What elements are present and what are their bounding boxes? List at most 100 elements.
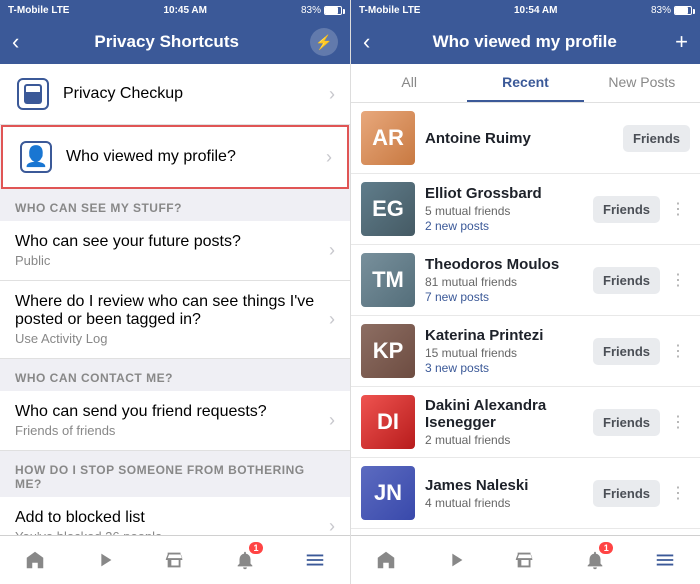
friend-requests-item[interactable]: Who can send you friend requests? Friend… <box>0 391 350 451</box>
chevron-icon-block: › <box>329 516 335 535</box>
avatar-5: JN <box>361 466 415 520</box>
tab-marketplace-right[interactable] <box>491 536 561 584</box>
viewer-mutual-3: 15 mutual friends <box>425 346 585 360</box>
viewer-mutual-1: 5 mutual friends <box>425 204 585 218</box>
nav-title-right: Who viewed my profile <box>374 32 675 52</box>
avatar-0: AR <box>361 111 415 165</box>
home-icon-right <box>375 549 397 571</box>
tab-all[interactable]: All <box>351 64 467 102</box>
viewer-mutual-4: 2 mutual friends <box>425 433 585 447</box>
tab-new-posts[interactable]: New Posts <box>584 64 700 102</box>
avatar-initials-0: AR <box>361 111 415 165</box>
viewer-name-0: Antoine Ruimy <box>425 130 615 147</box>
battery-icon-left <box>324 6 342 15</box>
lock-icon <box>17 78 49 110</box>
battery-area-left: 83% <box>301 5 342 16</box>
avatar-1: EG <box>361 182 415 236</box>
avatar-4: DI <box>361 395 415 449</box>
battery-percent-left: 83% <box>301 5 321 16</box>
section-header-contact: WHO CAN CONTACT ME? <box>0 359 350 391</box>
activity-log-text: Where do I review who can see things I'v… <box>15 293 321 346</box>
activity-log-title: Where do I review who can see things I'v… <box>15 293 321 329</box>
viewer-item-5: JN James Naleski 4 mutual friends Friend… <box>351 458 700 529</box>
viewer-info-1: Elliot Grossbard 5 mutual friends 2 new … <box>425 185 585 233</box>
friends-btn-4[interactable]: Friends <box>593 409 660 436</box>
avatar-3: KP <box>361 324 415 378</box>
tab-bar-right: 1 <box>351 535 700 584</box>
battery-fill-left <box>325 7 338 14</box>
viewer-info-3: Katerina Printezi 15 mutual friends 3 ne… <box>425 327 585 375</box>
person-silhouette-icon: 👤 <box>24 147 49 167</box>
tab-notifications-right[interactable]: 1 <box>560 536 630 584</box>
more-dots-5[interactable]: ⋮ <box>666 479 690 507</box>
avatar-initials-4: DI <box>361 395 415 449</box>
more-dots-2[interactable]: ⋮ <box>666 266 690 294</box>
tab-video-right[interactable] <box>421 536 491 584</box>
avatar-initials-2: TM <box>361 253 415 307</box>
more-dots-4[interactable]: ⋮ <box>666 408 690 436</box>
tab-home-left[interactable] <box>0 536 70 584</box>
person-icon: 👤 <box>20 141 52 173</box>
tab-marketplace-left[interactable] <box>140 536 210 584</box>
viewer-info-4: Dakini Alexandra Isenegger 2 mutual frie… <box>425 397 585 447</box>
activity-log-item[interactable]: Where do I review who can see things I'v… <box>0 281 350 359</box>
chevron-icon-who-viewed: › <box>326 147 332 168</box>
friends-btn-3[interactable]: Friends <box>593 338 660 365</box>
video-icon-right <box>445 549 467 571</box>
back-button-right[interactable]: ‹ <box>363 27 374 57</box>
viewer-info-2: Theodoros Moulos 81 mutual friends 7 new… <box>425 256 585 304</box>
more-dots-3[interactable]: ⋮ <box>666 337 690 365</box>
chevron-icon-future: › <box>329 240 335 261</box>
more-dots-1[interactable]: ⋮ <box>666 195 690 223</box>
friend-requests-title: Who can send you friend requests? <box>15 403 321 421</box>
time-right: 10:54 AM <box>514 5 558 16</box>
store-icon-right <box>514 549 536 571</box>
who-viewed-text: Who viewed my profile? <box>66 148 318 166</box>
avatar-initials-5: JN <box>361 466 415 520</box>
section-header-block: HOW DO I STOP SOMEONE FROM BOTHERING ME? <box>0 451 350 497</box>
friends-btn-1[interactable]: Friends <box>593 196 660 223</box>
friends-btn-0[interactable]: Friends <box>623 125 690 152</box>
tab-home-right[interactable] <box>351 536 421 584</box>
chevron-icon-friend: › <box>329 410 335 431</box>
viewer-mutual-5: 4 mutual friends <box>425 496 585 510</box>
blocked-list-item[interactable]: Add to blocked list You've blocked 26 pe… <box>0 497 350 535</box>
status-bar-left: T-Mobile LTE 10:45 AM 83% <box>0 0 350 20</box>
tab-menu-left[interactable] <box>280 536 350 584</box>
messenger-button[interactable]: ⚡ <box>310 28 338 56</box>
viewer-item-2: TM Theodoros Moulos 81 mutual friends 7 … <box>351 245 700 316</box>
friends-btn-2[interactable]: Friends <box>593 267 660 294</box>
future-posts-text: Who can see your future posts? Public <box>15 233 321 268</box>
home-icon-left <box>24 549 46 571</box>
viewer-item-3: KP Katerina Printezi 15 mutual friends 3… <box>351 316 700 387</box>
tab-menu-right[interactable] <box>630 536 700 584</box>
avatar-2: TM <box>361 253 415 307</box>
who-viewed-title: Who viewed my profile? <box>66 148 318 166</box>
viewer-mutual-2: 81 mutual friends <box>425 275 585 289</box>
tab-notifications-left[interactable]: 1 <box>210 536 280 584</box>
viewer-name-3: Katerina Printezi <box>425 327 585 344</box>
nav-title-left: Privacy Shortcuts <box>23 32 310 52</box>
viewer-name-4: Dakini Alexandra Isenegger <box>425 397 585 431</box>
friend-requests-subtitle: Friends of friends <box>15 423 321 438</box>
tab-video-left[interactable] <box>70 536 140 584</box>
viewer-name-2: Theodoros Moulos <box>425 256 585 273</box>
battery-fill-right <box>675 7 688 14</box>
privacy-checkup-item[interactable]: Privacy Checkup › <box>0 64 350 125</box>
back-button-left[interactable]: ‹ <box>12 27 23 57</box>
notification-badge-right: 1 <box>599 542 613 554</box>
future-posts-item[interactable]: Who can see your future posts? Public › <box>0 221 350 281</box>
nav-bar-left: ‹ Privacy Shortcuts ⚡ <box>0 20 350 64</box>
viewer-item-0: AR Antoine Ruimy Friends <box>351 103 700 174</box>
future-posts-title: Who can see your future posts? <box>15 233 321 251</box>
privacy-checkup-text: Privacy Checkup <box>63 85 321 103</box>
plus-button-right[interactable]: + <box>675 29 688 55</box>
battery-percent-right: 83% <box>651 5 671 16</box>
tab-recent[interactable]: Recent <box>467 64 583 102</box>
who-viewed-item[interactable]: 👤 Who viewed my profile? › <box>1 125 349 189</box>
viewer-item-4: DI Dakini Alexandra Isenegger 2 mutual f… <box>351 387 700 458</box>
carrier-right: T-Mobile LTE <box>359 5 420 16</box>
friends-btn-5[interactable]: Friends <box>593 480 660 507</box>
status-bar-right: T-Mobile LTE 10:54 AM 83% <box>351 0 700 20</box>
carrier-left: T-Mobile LTE <box>8 5 69 16</box>
